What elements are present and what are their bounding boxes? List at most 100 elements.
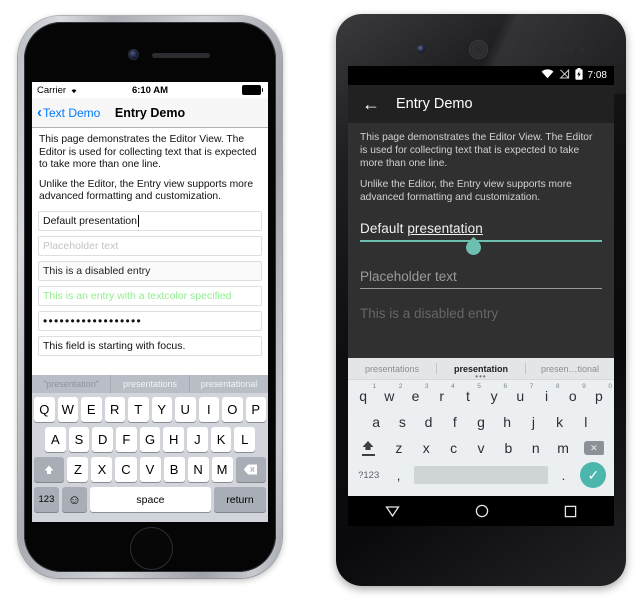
key-z[interactable]: z xyxy=(385,436,412,460)
entry-value: This is a disabled entry xyxy=(43,264,151,277)
key-t[interactable]: T xyxy=(128,397,149,422)
entry-textcolor[interactable]: This is an entry with a textcolor specif… xyxy=(38,285,262,306)
entry-focused[interactable]: This field is starting with focus. xyxy=(38,335,262,356)
key-a[interactable]: A xyxy=(44,427,66,452)
intro-paragraph-2: Unlike the Editor, the Entry view suppor… xyxy=(360,179,572,204)
suggestion-2[interactable]: presen…tional xyxy=(526,364,614,374)
key-l[interactable]: l xyxy=(573,410,599,434)
key-o[interactable]: 9o xyxy=(560,383,586,408)
key-w[interactable]: 2w xyxy=(376,383,402,408)
entry-value-prefix: Default xyxy=(360,220,408,236)
keyboard-row-2: A S D F G H J K L xyxy=(34,427,266,452)
back-arrow-icon[interactable]: ← xyxy=(362,95,380,113)
delete-key[interactable] xyxy=(235,457,267,482)
entry-default-presentation[interactable]: Default presentation xyxy=(360,214,602,259)
key-l[interactable]: L xyxy=(234,427,256,452)
period-key[interactable]: . xyxy=(552,463,574,487)
key-f[interactable]: f xyxy=(442,410,468,434)
shift-icon xyxy=(361,440,375,456)
emoji-key[interactable]: ☺ xyxy=(61,487,87,512)
suggestion-2[interactable]: presentational xyxy=(190,375,268,393)
android-nav-bar xyxy=(348,496,614,526)
key-y[interactable]: 6y xyxy=(481,383,508,408)
key-y[interactable]: Y xyxy=(151,397,172,422)
space-key[interactable] xyxy=(413,466,549,484)
key-v[interactable]: v xyxy=(467,436,494,460)
space-key[interactable]: space xyxy=(89,487,212,512)
key-z[interactable]: Z xyxy=(67,457,89,482)
key-i[interactable]: 8i xyxy=(533,383,560,408)
key-r[interactable]: R xyxy=(104,397,125,422)
key-p[interactable]: 0p xyxy=(586,383,612,408)
key-s[interactable]: S xyxy=(68,427,90,452)
suggestion-0[interactable]: "presentation" xyxy=(32,375,111,393)
android-content: This page demonstrates the Editor View. … xyxy=(348,123,614,325)
key-label: y xyxy=(490,388,498,404)
home-button[interactable] xyxy=(130,527,173,570)
back-triangle-icon[interactable] xyxy=(385,505,401,518)
key-g[interactable]: G xyxy=(139,427,161,452)
earpiece-speaker xyxy=(470,41,487,58)
shift-key[interactable] xyxy=(33,457,65,482)
key-q[interactable]: 1q xyxy=(350,383,376,408)
back-button[interactable]: ‹ Text Demo xyxy=(37,105,100,120)
symbols-key[interactable]: ?123 xyxy=(350,463,387,487)
suggestion-0[interactable]: presentations xyxy=(348,364,436,374)
entry-value: This field is starting with focus. xyxy=(43,339,186,352)
key-k[interactable]: K xyxy=(210,427,232,452)
key-c[interactable]: C xyxy=(115,457,137,482)
android-status-bar: 7:08 xyxy=(348,66,614,85)
key-e[interactable]: E xyxy=(81,397,102,422)
key-f[interactable]: F xyxy=(116,427,137,452)
entry-default-presentation[interactable]: Default presentation xyxy=(38,210,262,231)
return-key[interactable]: return xyxy=(214,487,266,512)
key-p[interactable]: P xyxy=(245,397,266,422)
key-m[interactable]: M xyxy=(211,457,233,482)
key-h[interactable]: h xyxy=(494,410,520,434)
key-e[interactable]: 3e xyxy=(402,383,429,408)
key-o[interactable]: O xyxy=(222,397,243,422)
key-j[interactable]: j xyxy=(520,410,546,434)
key-h[interactable]: H xyxy=(163,427,185,452)
key-m[interactable]: m xyxy=(549,436,576,460)
entry-value: •••••••••••••••••• xyxy=(43,313,143,328)
key-b[interactable]: B xyxy=(163,457,185,482)
keyboard-row-3: z x c v b n m ✕ xyxy=(350,436,612,460)
key-u[interactable]: 7u xyxy=(507,383,533,408)
delete-key[interactable]: ✕ xyxy=(577,436,611,460)
key-n[interactable]: n xyxy=(522,436,549,460)
key-q[interactable]: Q xyxy=(34,397,55,422)
entry-password[interactable]: •••••••••••••••••• xyxy=(38,310,262,331)
key-x[interactable]: x xyxy=(413,436,440,460)
enter-key[interactable]: ✓ xyxy=(575,462,612,488)
key-j[interactable]: J xyxy=(187,427,208,452)
entry-placeholder[interactable]: Placeholder text xyxy=(38,235,262,256)
key-r[interactable]: 4r xyxy=(429,383,455,408)
key-u[interactable]: U xyxy=(175,397,196,422)
comma-key[interactable]: , xyxy=(387,463,409,487)
key-t[interactable]: 5t xyxy=(455,383,481,408)
key-d[interactable]: D xyxy=(92,427,113,452)
key-n[interactable]: N xyxy=(187,457,209,482)
home-circle-icon[interactable] xyxy=(475,504,489,518)
key-d[interactable]: d xyxy=(415,410,441,434)
numbers-key[interactable]: 123 xyxy=(34,487,59,512)
suggestion-1[interactable]: presentations xyxy=(111,375,190,393)
key-k[interactable]: k xyxy=(547,410,573,434)
key-s[interactable]: s xyxy=(389,410,415,434)
key-v[interactable]: V xyxy=(139,457,161,482)
recents-square-icon[interactable] xyxy=(564,505,577,518)
key-x[interactable]: X xyxy=(91,457,113,482)
more-suggestions-icon[interactable]: ••• xyxy=(348,373,614,381)
keyboard-row-1: 1q 2w 3e 4r 5t 6y 7u 8i 9o 0p xyxy=(350,383,612,408)
entry-placeholder[interactable]: Placeholder text xyxy=(360,262,602,289)
key-i[interactable]: I xyxy=(198,397,219,422)
key-w[interactable]: W xyxy=(57,397,78,422)
entry-value: Default presentation xyxy=(43,214,137,227)
key-a[interactable]: a xyxy=(363,410,389,434)
shift-key[interactable] xyxy=(351,436,385,460)
key-b[interactable]: b xyxy=(495,436,522,460)
iphone-bezel: Carrier 6:10 AM ‹ Text Demo Entry Demo T… xyxy=(24,22,276,572)
key-c[interactable]: c xyxy=(440,436,467,460)
key-g[interactable]: g xyxy=(468,410,494,434)
